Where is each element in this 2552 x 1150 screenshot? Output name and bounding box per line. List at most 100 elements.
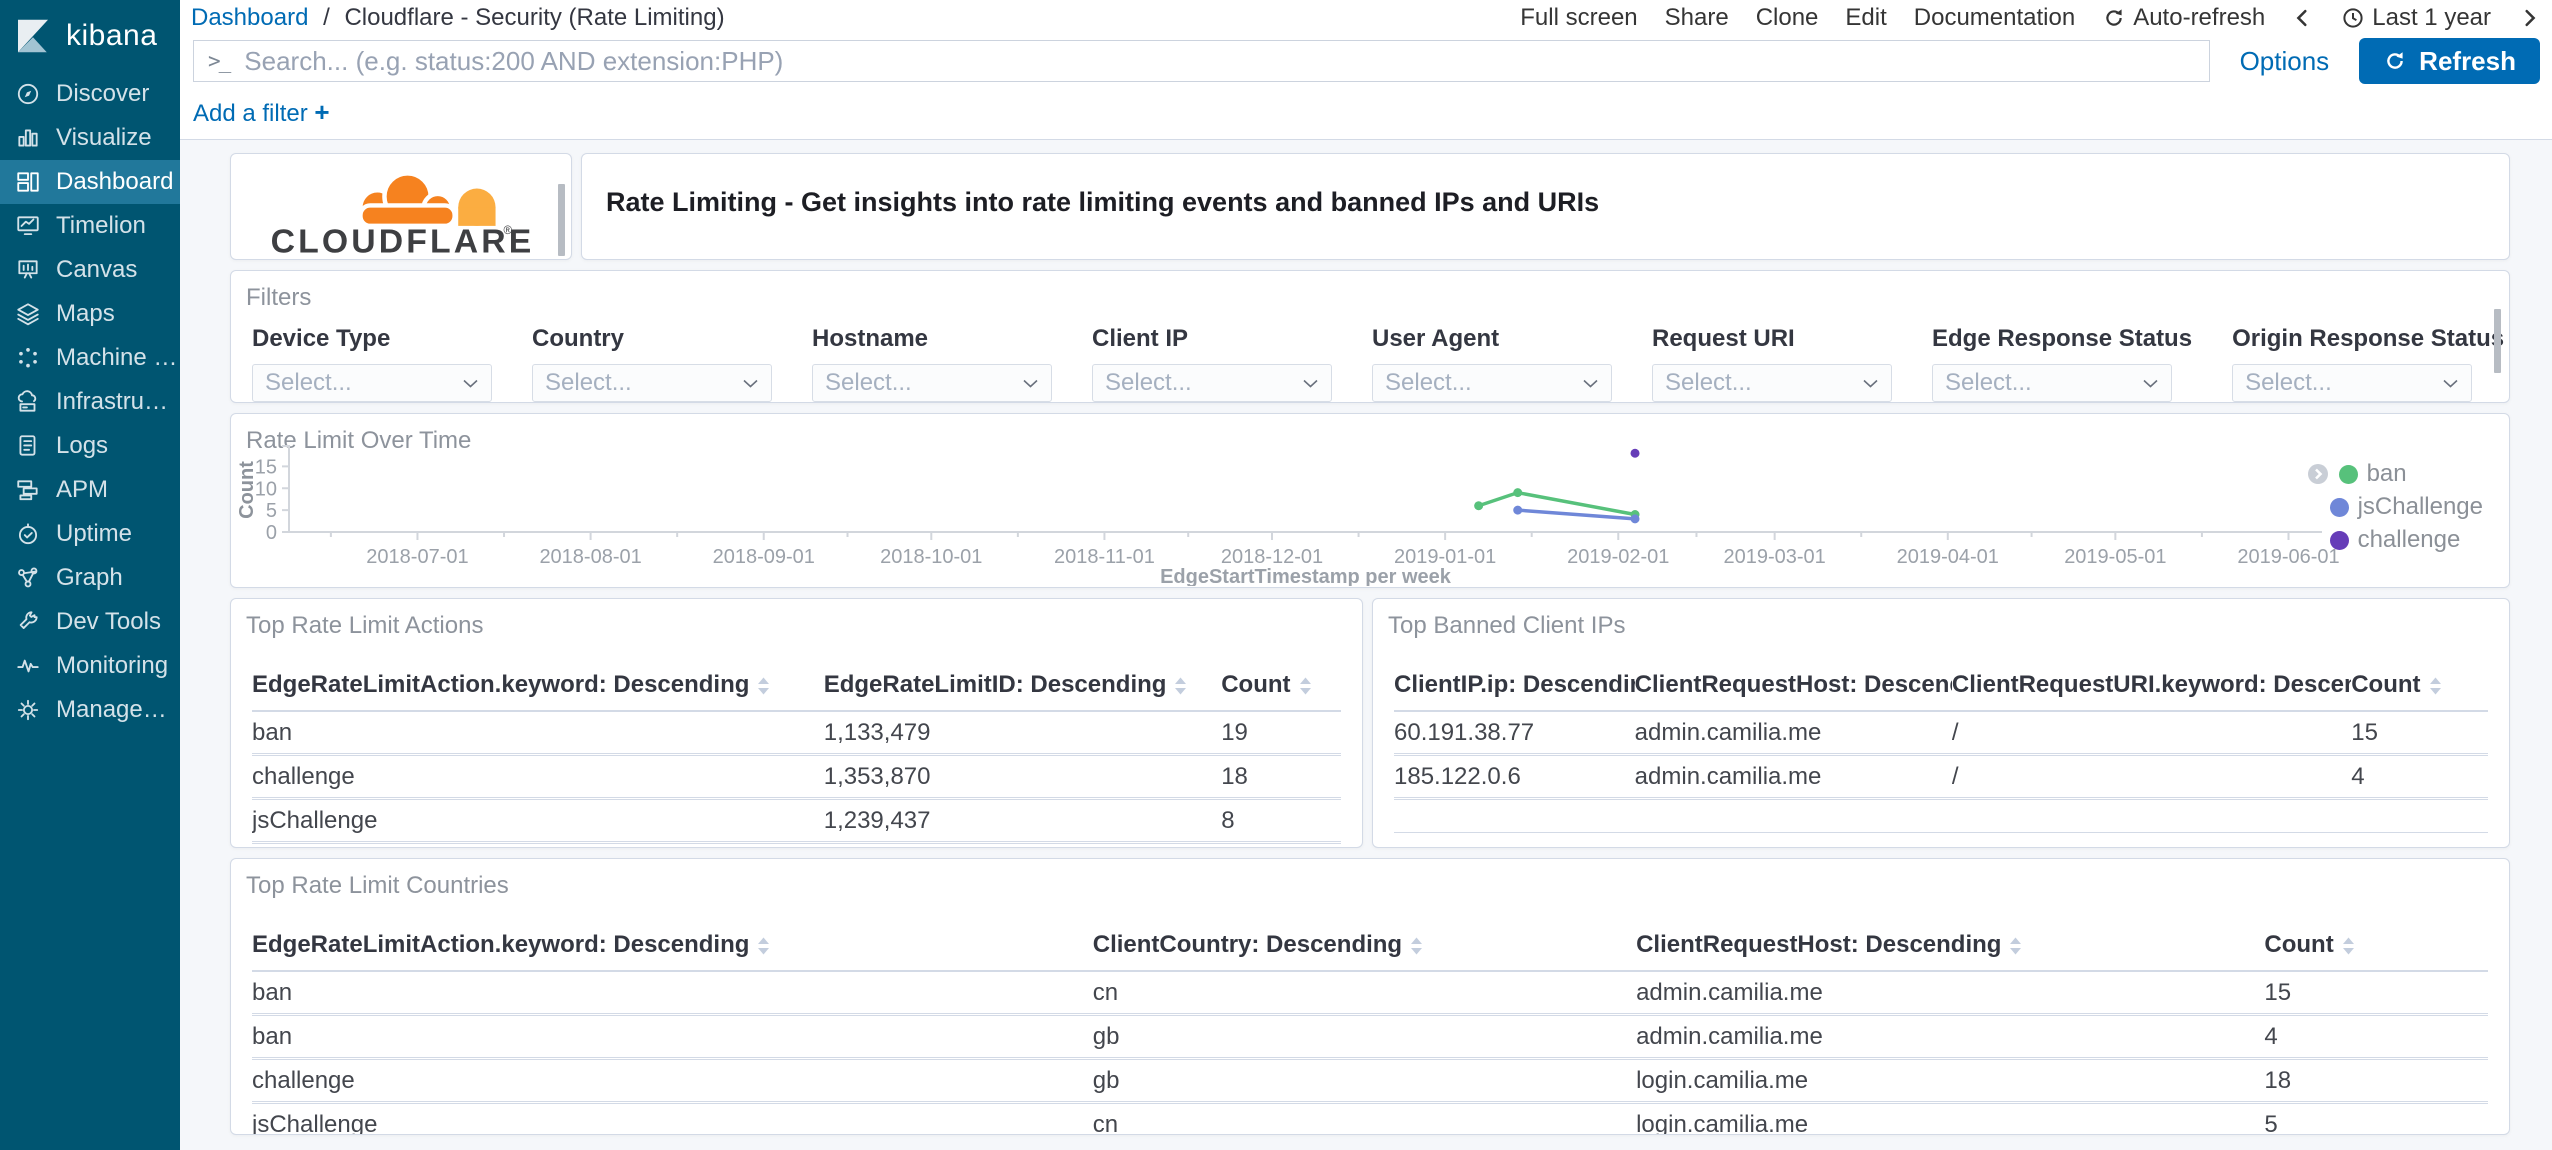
sidebar-item-monitoring[interactable]: Monitoring — [0, 644, 180, 688]
table-cell: admin.camilia.me — [1634, 711, 1952, 756]
user-agent-select[interactable]: Select... — [1372, 364, 1612, 402]
sidebar-item-machine-le[interactable]: Machine Le... — [0, 336, 180, 380]
edge-response-status-select[interactable]: Select... — [1932, 364, 2172, 402]
kibana-logo[interactable]: kibana — [0, 0, 180, 72]
add-filter-link[interactable]: Add a filter + — [193, 97, 330, 127]
legend-item-challenge[interactable]: challenge — [2329, 526, 2483, 554]
filter-label: Request URI — [1652, 325, 1795, 352]
kibana-app: kibana Discover Visualize Dashboard Timelio… — [0, 0, 2552, 1150]
breadcrumb-current: Cloudflare - Security (Rate Limiting) — [344, 3, 725, 31]
sort-icon — [758, 937, 770, 955]
sidebar-item-visualize[interactable]: Visualize — [0, 116, 180, 160]
top-rate-limit-countries-table: EdgeRateLimitAction.keyword: Descending C… — [252, 926, 2488, 1134]
sidebar-item-dev-tools[interactable]: Dev Tools — [0, 600, 180, 644]
edit-menu-item[interactable]: Edit — [1845, 4, 1886, 32]
sidebar-item-logs[interactable]: Logs — [0, 424, 180, 468]
refresh-icon — [2387, 52, 2403, 69]
table-panel-title: Top Banned Client IPs — [1388, 612, 1626, 639]
column-header-count[interactable]: Count — [2351, 666, 2488, 712]
chevron-down-icon — [1583, 379, 1598, 388]
column-header-edgeratelimitaction-keyword-descending[interactable]: EdgeRateLimitAction.keyword: Descending — [252, 926, 1093, 972]
legend-item-jschallenge[interactable]: jsChallenge — [2329, 493, 2483, 521]
sidebar-item-dashboard[interactable]: Dashboard — [0, 160, 180, 204]
column-header-clientip-ip-descending[interactable]: ClientIP.ip: Descending — [1394, 666, 1635, 712]
logo-panel-scrollbar[interactable] — [558, 184, 565, 256]
share-menu-item[interactable]: Share — [1665, 4, 1729, 32]
chevron-right-icon — [2525, 9, 2536, 26]
client-ip-select[interactable]: Select... — [1092, 364, 1332, 402]
column-header-count[interactable]: Count — [2264, 926, 2488, 972]
column-header-edgeratelimitaction-keyword-descending[interactable]: EdgeRateLimitAction.keyword: Descending — [252, 666, 824, 712]
column-header-clientrequesthost-descending[interactable]: ClientRequestHost: Descending — [1634, 666, 1952, 712]
country-select[interactable]: Select... — [532, 364, 772, 402]
chevron-down-icon — [743, 379, 758, 388]
sidebar-item-maps[interactable]: Maps — [0, 292, 180, 336]
infrastructure-icon — [17, 390, 37, 412]
select-placeholder: Select... — [1945, 369, 2032, 396]
sidebar-item-graph[interactable]: Graph — [0, 556, 180, 600]
device-type-select[interactable]: Select... — [252, 364, 492, 402]
column-header-clientcountry-descending[interactable]: ClientCountry: Descending — [1092, 926, 1637, 972]
sidebar-item-label: Graph — [56, 564, 123, 591]
clone-menu-item[interactable]: Clone — [1756, 4, 1819, 32]
sidebar-item-infrastructure[interactable]: Infrastructure — [0, 380, 180, 424]
sidebar-item-canvas[interactable]: Canvas — [0, 248, 180, 292]
panel-cloudflare-logo: CLOUDFLARE ® — [230, 153, 572, 260]
panel-rate-limit-over-time: Rate Limit Over Time 0 5 10 15 2018-07-01 201… — [230, 413, 2510, 588]
sidebar-item-apm[interactable]: APM — [0, 468, 180, 512]
column-header-clientrequesturi-keyword-descending[interactable]: ClientRequestURI.keyword: Descending — [1951, 666, 2352, 712]
origin-response-status-select[interactable]: Select... — [2232, 364, 2473, 402]
table-cell: gb — [1092, 1058, 1637, 1104]
legend-expand-icon[interactable] — [2306, 462, 2330, 486]
time-range-next-button[interactable] — [2518, 7, 2540, 29]
visualize-icon — [18, 129, 38, 147]
select-placeholder: Select... — [1105, 369, 1192, 396]
sidebar-item-label: Management — [56, 696, 180, 723]
sort-icon — [2010, 937, 2022, 955]
filter-group-request-uri: Request URI Select... — [1652, 325, 1892, 402]
table-cell: 18 — [2264, 1058, 2488, 1104]
sidebar-item-uptime[interactable]: Uptime — [0, 512, 180, 556]
time-range-picker[interactable]: Last 1 year — [2341, 4, 2491, 32]
table-row: jsChallenge cn login.camilia.me 5 — [252, 1102, 2488, 1134]
hostname-select[interactable]: Select... — [812, 364, 1052, 402]
sidebar-item-discover[interactable]: Discover — [0, 72, 180, 116]
table-cell: 1,239,437 — [823, 798, 1222, 844]
auto-refresh-menu-item[interactable]: Auto-refresh — [2102, 4, 2265, 32]
sidebar-item-management[interactable]: Management — [0, 688, 180, 732]
graph-icon — [18, 567, 38, 588]
table-row: challenge gb login.camilia.me 18 — [252, 1058, 2488, 1104]
main-area: Dashboard / Cloudflare - Security (Rate … — [180, 0, 2552, 1150]
legend-item-ban[interactable]: ban — [2306, 460, 2483, 488]
table-cell: 185.122.0.6 — [1394, 754, 1635, 800]
sidebar-item-timelion[interactable]: Timelion — [0, 204, 180, 248]
sort-icon — [1175, 677, 1187, 695]
chevron-down-icon — [1303, 379, 1318, 388]
table-cell: 18 — [1221, 754, 1341, 800]
column-header-edgeratelimitid-descending[interactable]: EdgeRateLimitID: Descending — [823, 666, 1222, 712]
breadcrumb-dashboard-link[interactable]: Dashboard — [191, 4, 308, 31]
time-range-previous-button[interactable] — [2292, 7, 2314, 29]
logs-icon — [19, 435, 36, 456]
refresh-button[interactable]: Refresh — [2359, 38, 2540, 84]
table-cell: 60.191.38.77 — [1394, 711, 1635, 756]
breadcrumb: Dashboard / Cloudflare - Security (Rate … — [191, 4, 725, 32]
sidebar-item-label: Timelion — [56, 212, 146, 239]
filters-panel-scrollbar[interactable] — [2494, 309, 2501, 373]
column-header-count[interactable]: Count — [1221, 666, 1341, 712]
svg-text:10: 10 — [255, 478, 277, 500]
dashboard-top-menu: Full screen Share Clone Edit Documentation Au… — [1520, 4, 2540, 32]
breadcrumb-separator: / — [323, 3, 330, 31]
documentation-menu-item[interactable]: Documentation — [1914, 4, 2075, 32]
table-cell: 1,353,870 — [823, 754, 1222, 800]
column-header-clientrequesthost-descending[interactable]: ClientRequestHost: Descending — [1636, 926, 2265, 972]
svg-text:2018-12-01: 2018-12-01 — [1221, 546, 1323, 568]
search-input[interactable]: >_ Search... (e.g. status:200 AND extens… — [193, 40, 2210, 82]
options-link[interactable]: Options — [2240, 46, 2330, 77]
dashboard-content: CLOUDFLARE ® Rate Limiting - Get insight… — [180, 140, 2552, 1150]
sidebar-item-label: Maps — [56, 300, 115, 327]
sidebar-nav: Discover Visualize Dashboard Timelion Canvas… — [0, 72, 180, 732]
full-screen-menu-item[interactable]: Full screen — [1520, 4, 1637, 32]
panel-top-rate-limit-actions: Top Rate Limit Actions EdgeRateLimitActi… — [230, 598, 1363, 848]
request-uri-select[interactable]: Select... — [1652, 364, 1892, 402]
